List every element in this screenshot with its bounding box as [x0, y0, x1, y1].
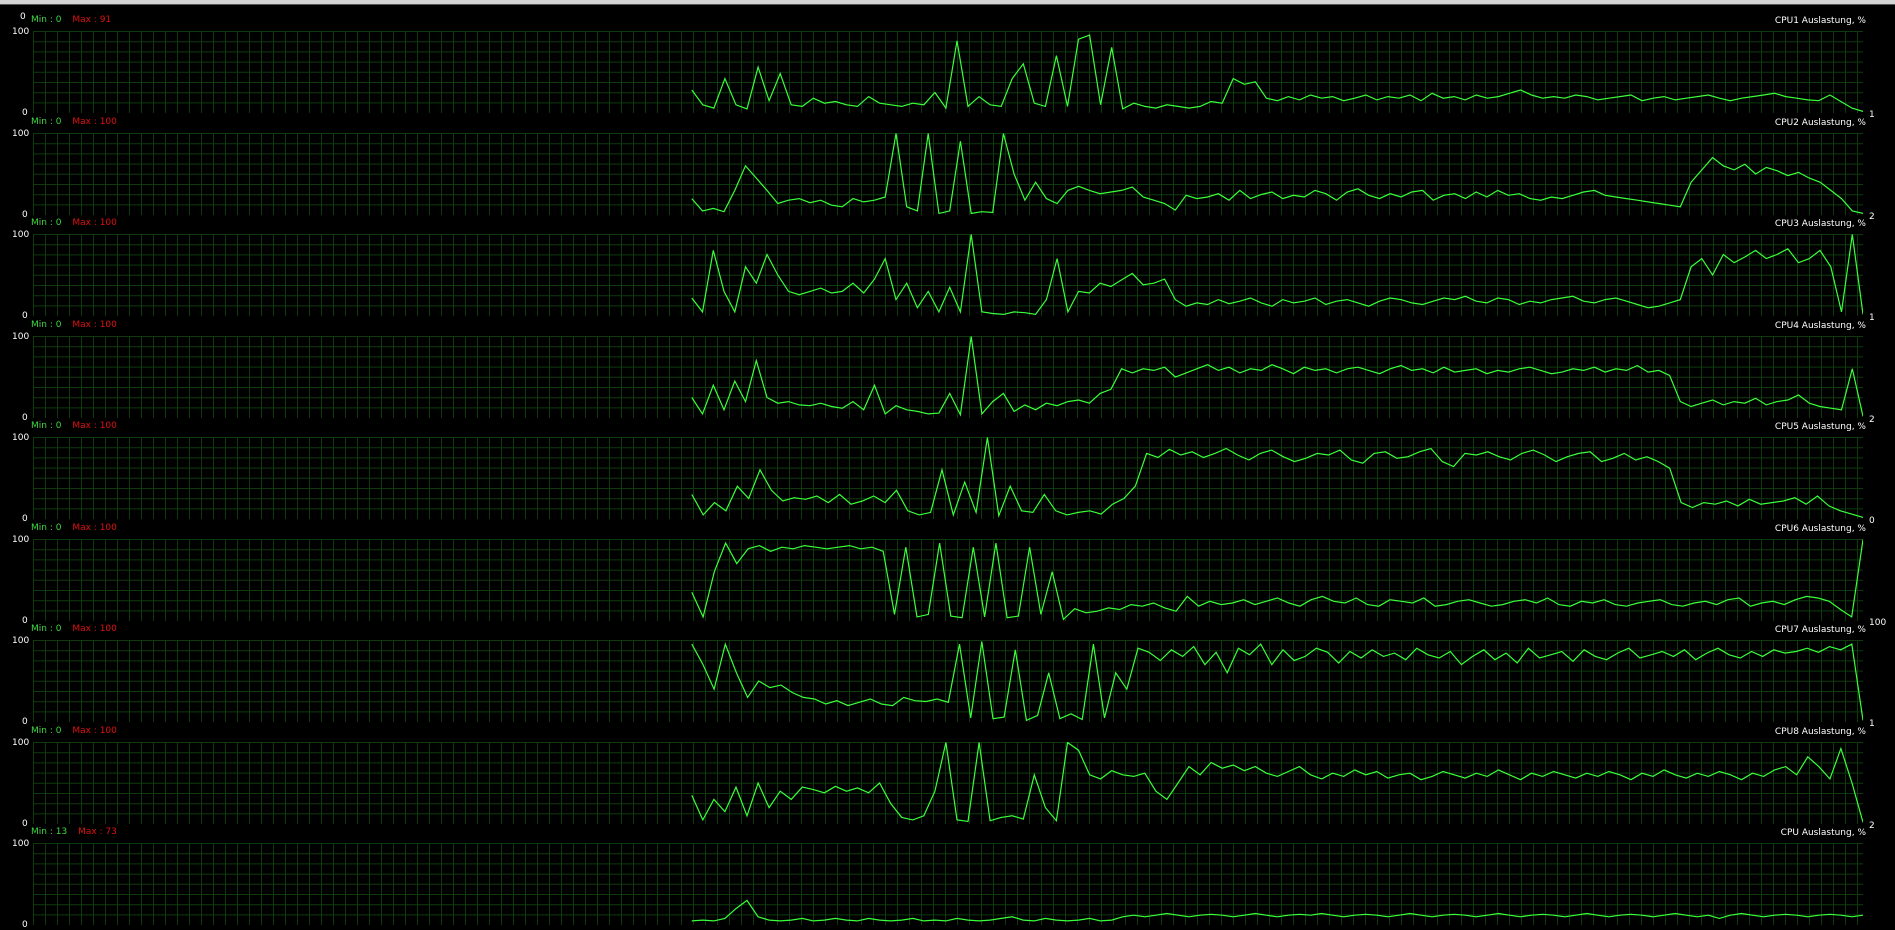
max-value: Max : 100 — [72, 624, 117, 634]
min-max-readout: Min : 0 Max : 100 — [31, 624, 117, 634]
plot-area — [33, 538, 1863, 621]
max-value: Max : 100 — [72, 522, 117, 533]
min-max-readout: Min : 0 Max : 100 — [31, 523, 117, 533]
plot-area — [33, 234, 1863, 316]
y-axis-min-label: 0 — [22, 920, 28, 930]
cpu-line-chart — [33, 640, 1863, 722]
y-axis-max-label: 100 — [12, 839, 30, 849]
cpu-usage-series-line — [691, 538, 1863, 621]
min-value: Min : 0 — [31, 624, 62, 634]
cpu-line-chart — [33, 843, 1863, 925]
graph-title: CPU Auslastung, % — [1780, 828, 1866, 838]
cpu-line-chart — [33, 538, 1863, 621]
min-max-readout: Min : 0 Max : 100 — [31, 117, 117, 127]
plot-area — [33, 640, 1863, 722]
min-value: Min : 0 — [31, 522, 62, 533]
max-value: Max : 100 — [72, 116, 117, 127]
cpu-usage-series-line — [691, 741, 1863, 823]
y-axis-max-label: 100 — [12, 27, 30, 37]
min-value: Min : 0 — [31, 116, 62, 127]
y-axis-max-label: 100 — [12, 331, 30, 342]
grid — [33, 31, 1863, 113]
grid — [33, 538, 1863, 621]
max-value: Max : 100 — [72, 319, 117, 330]
graph-title: CPU2 Auslastung, % — [1774, 117, 1866, 128]
graph-title: CPU6 Auslastung, % — [1774, 523, 1866, 534]
cpu-usage-series-line — [691, 899, 1863, 922]
plot-area — [33, 31, 1863, 113]
min-value: Min : 0 — [31, 15, 62, 25]
y-axis-max-label: 100 — [12, 534, 30, 545]
max-value: Max : 100 — [72, 218, 117, 228]
cpu-usage-series-line — [691, 132, 1863, 214]
cpu-graphs-panel: Min : 0 Max : 91 CPU1 Auslastung, % 100 … — [0, 0, 1895, 930]
min-max-readout: Min : 0 Max : 91 — [31, 15, 111, 25]
cpu-line-chart — [33, 234, 1863, 316]
plot-area — [33, 741, 1863, 824]
cpu-usage-series-line — [691, 437, 1863, 519]
y-axis-max-label: 100 — [12, 128, 30, 139]
min-max-readout: Min : 0 Max : 100 — [31, 320, 117, 330]
plot-area — [33, 132, 1863, 215]
cpu-usage-series-line — [691, 335, 1863, 417]
graph-title: CPU7 Auslastung, % — [1774, 625, 1866, 635]
grid — [33, 234, 1863, 316]
cpu-usage-series-line — [691, 34, 1863, 112]
cpu-line-chart — [33, 132, 1863, 215]
y-axis-max-label: 100 — [12, 636, 30, 646]
max-value: Max : 100 — [72, 725, 117, 736]
cpu-graph-1: Min : 0 Max : 91 CPU1 Auslastung, % 100 … — [0, 15, 1895, 120]
min-value: Min : 0 — [31, 421, 62, 431]
y-axis-max-label: 100 — [12, 230, 30, 240]
graph-title: CPU4 Auslastung, % — [1774, 320, 1866, 331]
min-max-readout: Min : 0 Max : 100 — [31, 726, 117, 736]
min-value: Min : 13 — [31, 827, 68, 837]
cpu-line-chart — [33, 31, 1863, 113]
cpu-graph-2: Min : 0 Max : 100 CPU2 Auslastung, % 100… — [0, 117, 1895, 222]
min-value: Min : 0 — [31, 319, 62, 330]
grid — [33, 132, 1863, 215]
cpu-graph-5: Min : 0 Max : 100 CPU5 Auslastung, % 100… — [0, 421, 1895, 526]
cpu-graph-8: Min : 0 Max : 100 CPU8 Auslastung, % 100… — [0, 726, 1895, 831]
min-value: Min : 0 — [31, 725, 62, 736]
max-value: Max : 73 — [78, 827, 117, 837]
graph-title: CPU5 Auslastung, % — [1774, 422, 1866, 432]
plot-area — [33, 437, 1863, 519]
cpu-graph-3: Min : 0 Max : 100 CPU3 Auslastung, % 100… — [0, 218, 1895, 323]
grid — [33, 843, 1863, 925]
cpu-usage-series-line — [691, 234, 1863, 316]
cpu-graph-4: Min : 0 Max : 100 CPU4 Auslastung, % 100… — [0, 320, 1895, 425]
cpu-line-chart — [33, 335, 1863, 418]
graph-title: CPU1 Auslastung, % — [1774, 16, 1866, 26]
grid — [33, 335, 1863, 418]
y-axis-max-label: 100 — [12, 737, 30, 748]
cpu-graph-7: Min : 0 Max : 100 CPU7 Auslastung, % 100… — [0, 624, 1895, 729]
cpu-line-chart — [33, 741, 1863, 824]
grid — [33, 437, 1863, 519]
cpu-line-chart — [33, 437, 1863, 519]
max-value: Max : 100 — [72, 421, 117, 431]
graph-title: CPU8 Auslastung, % — [1774, 726, 1866, 737]
cpu-graph-9: Min : 13 Max : 73 CPU Auslastung, % 100 … — [0, 827, 1895, 930]
plot-area — [33, 843, 1863, 925]
cpu-graph-6: Min : 0 Max : 100 CPU6 Auslastung, % 100… — [0, 523, 1895, 628]
min-max-readout: Min : 0 Max : 100 — [31, 421, 117, 431]
min-max-readout: Min : 0 Max : 100 — [31, 218, 117, 228]
max-value: Max : 91 — [72, 15, 112, 25]
graph-title: CPU3 Auslastung, % — [1774, 219, 1866, 229]
min-value: Min : 0 — [31, 218, 62, 228]
y-axis-max-label: 100 — [12, 433, 30, 443]
min-max-readout: Min : 13 Max : 73 — [31, 827, 117, 837]
plot-area — [33, 335, 1863, 418]
